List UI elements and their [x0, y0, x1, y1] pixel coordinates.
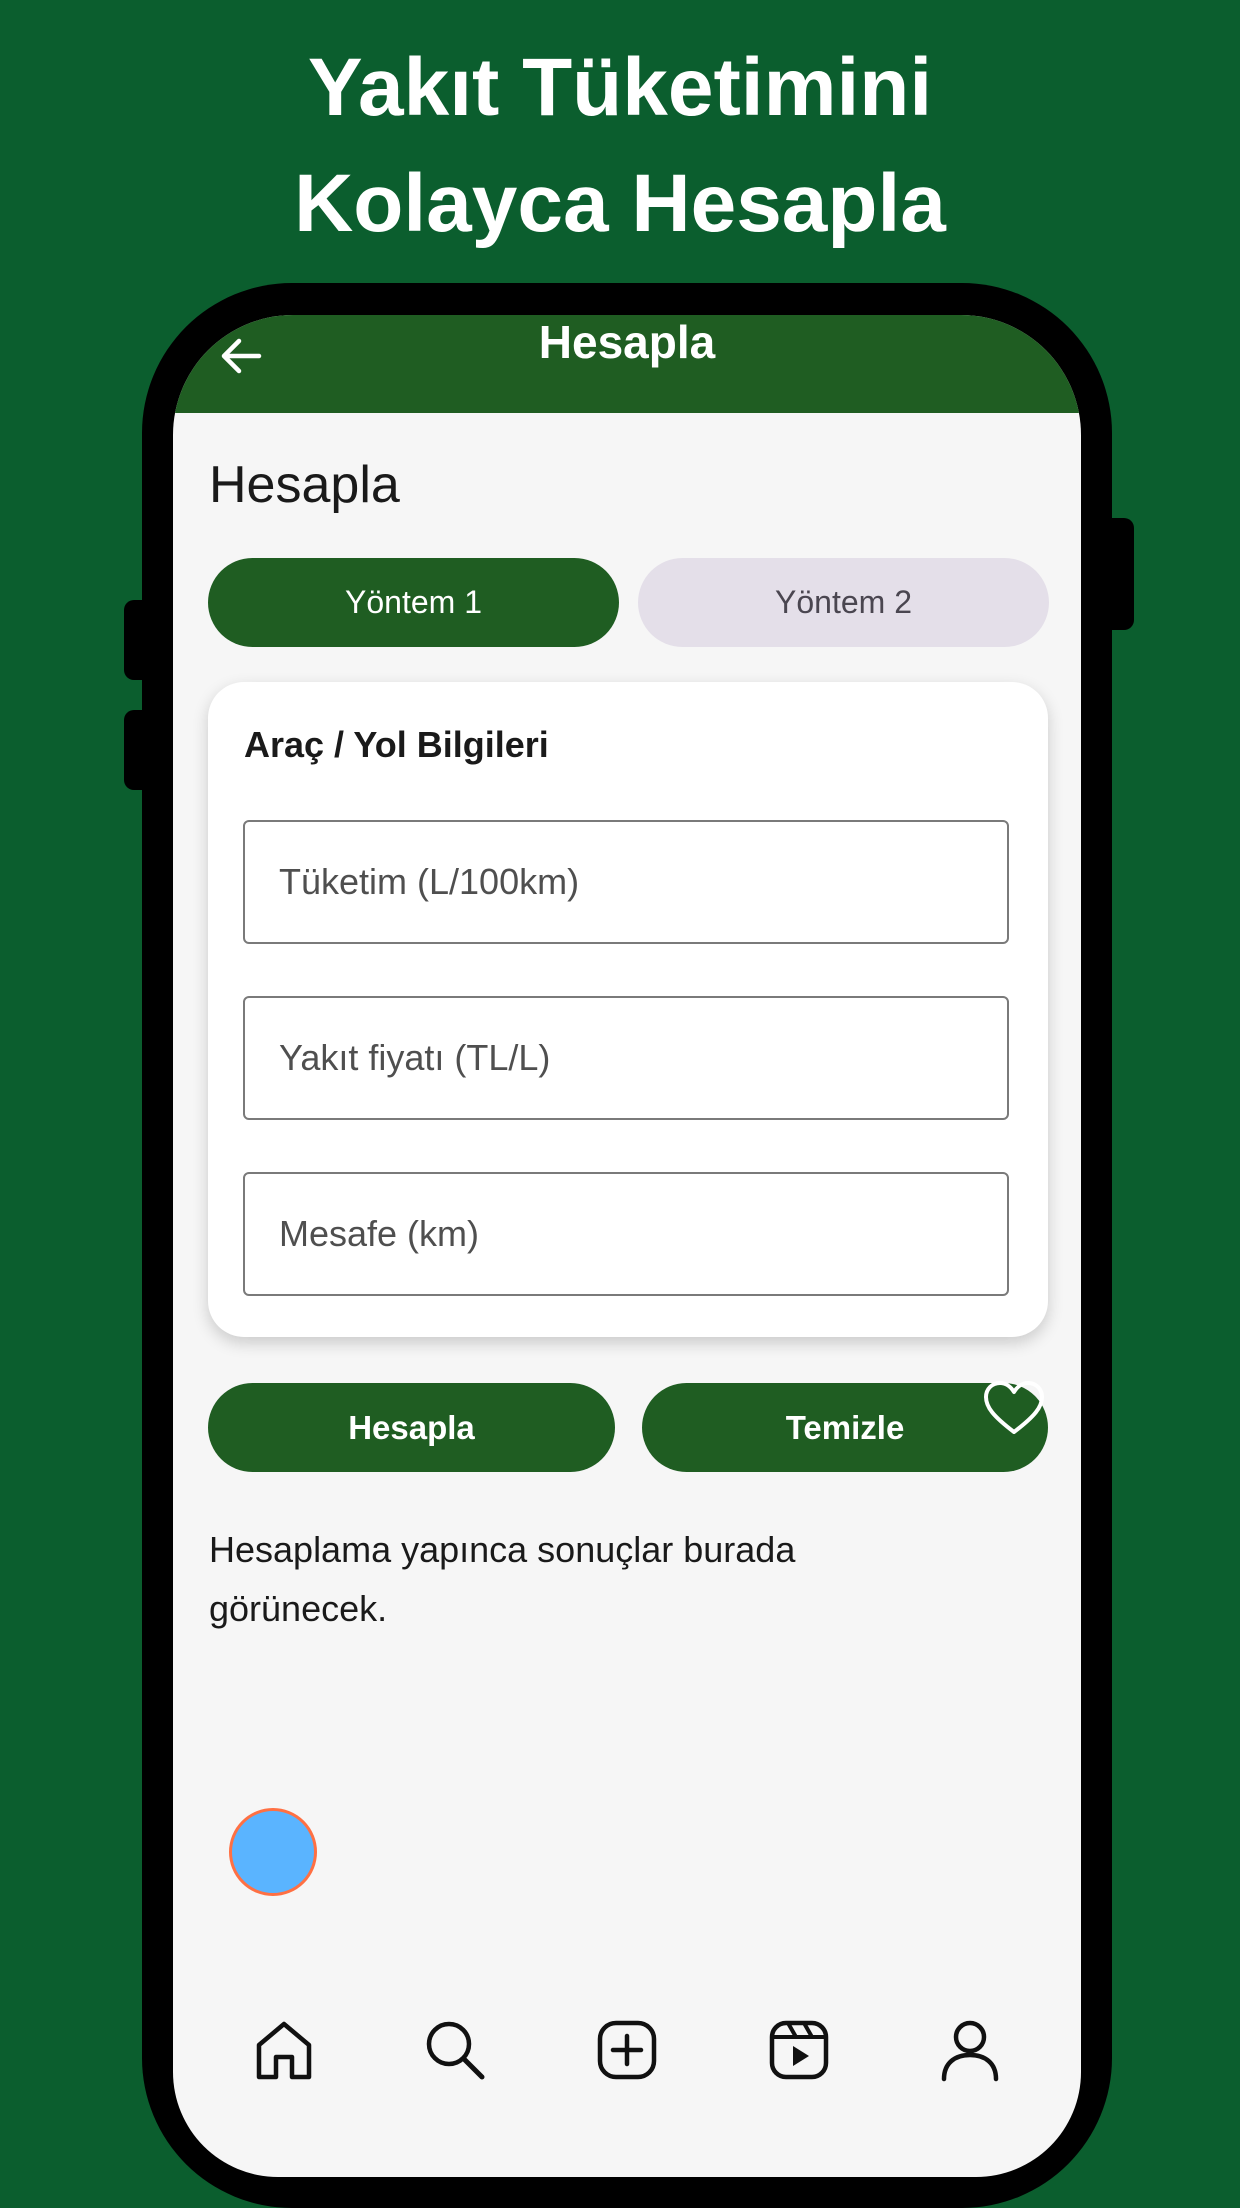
promo-line-2: Kolayca Hesapla — [294, 158, 946, 249]
reels-icon — [769, 2020, 828, 2080]
nav-reels[interactable] — [759, 2010, 839, 2090]
tab-method-1[interactable]: Yöntem 1 — [208, 558, 619, 647]
distance-input[interactable] — [245, 1174, 1007, 1294]
nav-profile[interactable] — [930, 2010, 1010, 2090]
result-text: Hesaplama yapınca sonuçlar burada görüne… — [209, 1529, 796, 1629]
back-button[interactable] — [211, 331, 271, 381]
profile-icon — [941, 2020, 999, 2082]
app-bar: Hesapla — [173, 315, 1081, 413]
search-icon — [427, 2021, 485, 2080]
distance-field — [243, 1172, 1009, 1296]
card-title: Araç / Yol Bilgileri — [244, 724, 549, 765]
consumption-input[interactable] — [245, 822, 1007, 942]
heart-icon[interactable] — [983, 1380, 1045, 1436]
nav-search[interactable] — [415, 2010, 495, 2090]
promo-headline: Yakıt Tüketimini Kolayca Hesapla — [0, 30, 1240, 262]
fuel-price-input[interactable] — [245, 998, 1007, 1118]
tab-method-2[interactable]: Yöntem 2 — [638, 558, 1049, 647]
vehicle-info-card: Araç / Yol Bilgileri — [208, 682, 1048, 1337]
nav-home[interactable] — [244, 2010, 324, 2090]
fuel-price-field — [243, 996, 1009, 1120]
page-title: Hesapla — [209, 456, 400, 514]
phone-screen: Hesapla Hesapla Yöntem 1 Yöntem 2 Araç /… — [173, 315, 1081, 2177]
nav-add[interactable] — [587, 2010, 667, 2090]
consumption-field — [243, 820, 1009, 944]
bottom-navigation — [173, 1975, 1081, 2125]
calculate-button[interactable]: Hesapla — [208, 1383, 615, 1472]
floating-bubble[interactable] — [229, 1808, 317, 1896]
promo-line-1: Yakıt Tüketimini — [307, 42, 933, 133]
app-bar-title: Hesapla — [538, 316, 716, 368]
home-icon — [256, 2021, 312, 2080]
arrow-back-icon — [221, 338, 262, 374]
add-icon — [597, 2020, 657, 2080]
